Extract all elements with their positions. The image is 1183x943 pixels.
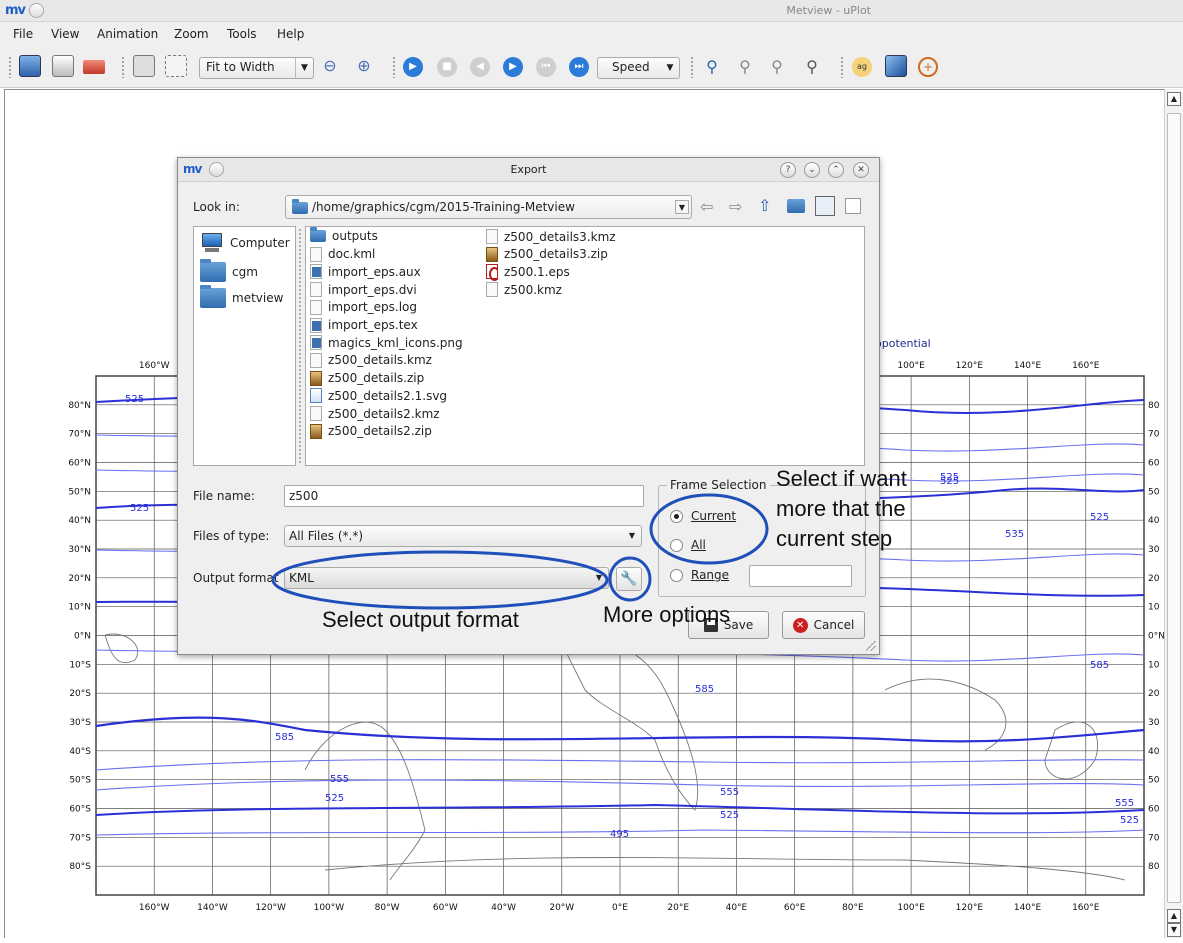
annotation-line: more that the	[776, 496, 906, 521]
annotation-select-frames: Select if want more that the current ste…	[776, 464, 907, 554]
annotation-line: Select if want	[776, 466, 907, 491]
annotation-more-options: More options	[603, 602, 731, 627]
annotation-line: current step	[776, 526, 893, 551]
annotation-select-output: Select output format	[322, 607, 519, 632]
output-format-highlight	[271, 550, 609, 610]
more-options-highlight	[608, 556, 652, 602]
frame-selection-highlight	[649, 493, 769, 565]
annotation-overlay	[271, 493, 769, 610]
